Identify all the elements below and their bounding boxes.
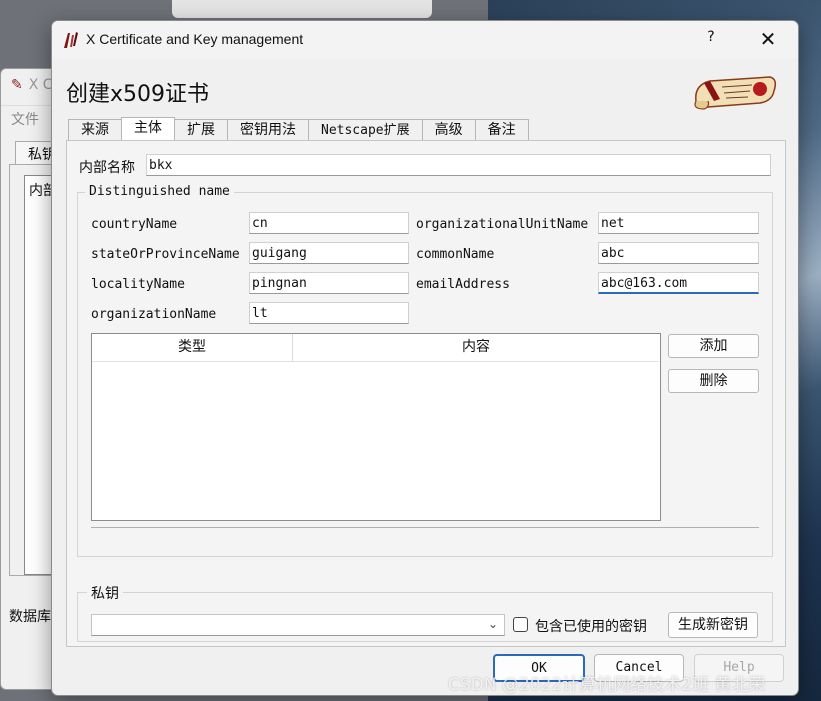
org-unit-input[interactable]: net	[598, 212, 759, 234]
tab-extensions[interactable]: 扩展	[174, 119, 228, 140]
country-name-label: countryName	[91, 217, 178, 232]
common-name-label: commonName	[416, 247, 495, 262]
state-label: stateOrProvinceName	[91, 247, 240, 262]
tab-comment[interactable]: 备注	[474, 119, 529, 140]
org-unit-label: organizationalUnitName	[416, 217, 589, 232]
delete-button[interactable]: 删除	[668, 369, 759, 393]
common-name-input[interactable]: abc	[598, 242, 759, 264]
private-key-select[interactable]: ⌄	[91, 614, 505, 636]
organization-label: organizationName	[91, 307, 217, 322]
xca-scroll-logo	[694, 76, 777, 110]
locality-input[interactable]: pingnan	[249, 272, 409, 294]
horizontal-scrollbar[interactable]	[91, 527, 759, 546]
tab-bar: 来源 主体 扩展 密钥用法 Netscape扩展 高级 备注	[68, 117, 529, 141]
column-header-type[interactable]: 类型	[92, 334, 293, 362]
create-certificate-dialog: X Certificate and Key management ? ✕ 创建x…	[51, 20, 799, 696]
subject-tab-page: 内部名称 bkx Distinguished name countryName …	[66, 140, 786, 647]
watermark: CSDN @2022计算机网络技术2班 黄北荣	[448, 675, 766, 695]
help-icon[interactable]: ?	[698, 29, 724, 51]
close-icon[interactable]: ✕	[754, 27, 782, 51]
internal-name-label: 内部名称	[79, 160, 135, 176]
organization-input[interactable]: lt	[249, 302, 409, 324]
include-used-keys-checkbox[interactable]	[513, 617, 528, 632]
window-title: X Certificate and Key management	[86, 31, 304, 47]
distinguished-name-title: Distinguished name	[85, 184, 234, 199]
locality-label: localityName	[91, 277, 185, 292]
tab-key-usage[interactable]: 密钥用法	[227, 119, 309, 140]
dialog-heading: 创建x509证书	[66, 82, 210, 107]
tab-advanced[interactable]: 高级	[421, 119, 476, 140]
email-label: emailAddress	[416, 277, 510, 292]
country-name-input[interactable]: cn	[249, 212, 409, 234]
extra-dn-table[interactable]: 类型 内容	[91, 333, 661, 521]
background-window-title: ✎ X C	[11, 77, 53, 93]
column-header-content[interactable]: 内容	[293, 334, 659, 362]
include-used-keys-label: 包含已使用的密钥	[535, 619, 647, 635]
internal-name-input[interactable]: bkx	[146, 154, 771, 176]
app-logo-icon: ✎	[11, 77, 23, 93]
background-status-label: 数据库	[9, 609, 51, 625]
background-window-fragment	[172, 0, 432, 18]
state-input[interactable]: guigang	[249, 242, 409, 264]
generate-key-button[interactable]: 生成新密钥	[668, 612, 758, 638]
email-input[interactable]: abc@163.com	[598, 272, 759, 294]
menu-file[interactable]: 文件	[11, 109, 39, 129]
tab-netscape[interactable]: Netscape扩展	[308, 119, 423, 140]
chevron-down-icon: ⌄	[487, 617, 498, 631]
tab-source[interactable]: 来源	[68, 119, 122, 140]
private-key-title: 私钥	[87, 583, 123, 603]
app-logo-icon	[64, 32, 78, 48]
add-button[interactable]: 添加	[668, 334, 759, 358]
title-bar: X Certificate and Key management ? ✕	[52, 21, 798, 59]
tab-subject[interactable]: 主体	[121, 117, 175, 140]
